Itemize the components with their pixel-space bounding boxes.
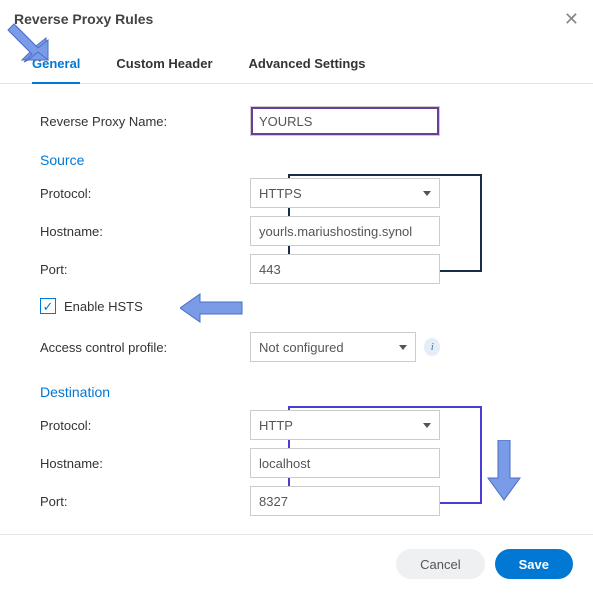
src-protocol-select[interactable]: HTTPS bbox=[250, 178, 440, 208]
src-hostname-input[interactable]: yourls.mariushosting.synol bbox=[250, 216, 440, 246]
chevron-down-icon bbox=[423, 191, 431, 196]
dst-port-label: Port: bbox=[40, 494, 250, 509]
dialog-footer: Cancel Save bbox=[0, 534, 593, 593]
dialog-header: Reverse Proxy Rules ✕ bbox=[0, 0, 593, 36]
annotation-arrow-hsts bbox=[180, 290, 250, 326]
row-dst-hostname: Hostname: localhost bbox=[40, 444, 569, 482]
src-hostname-label: Hostname: bbox=[40, 224, 250, 239]
info-icon[interactable]: i bbox=[424, 338, 440, 356]
name-input-value: YOURLS bbox=[259, 114, 312, 129]
src-port-label: Port: bbox=[40, 262, 250, 277]
dst-hostname-label: Hostname: bbox=[40, 456, 250, 471]
source-group: Protocol: HTTPS Hostname: yourls.mariush… bbox=[40, 174, 569, 288]
dst-protocol-label: Protocol: bbox=[40, 418, 250, 433]
acp-value: Not configured bbox=[259, 340, 344, 355]
dst-port-input[interactable]: 8327 bbox=[250, 486, 440, 516]
tab-general[interactable]: General bbox=[14, 46, 98, 83]
src-protocol-value: HTTPS bbox=[259, 186, 302, 201]
dst-protocol-select[interactable]: HTTP bbox=[250, 410, 440, 440]
enable-hsts-checkbox[interactable]: ✓ bbox=[40, 298, 56, 314]
src-port-input[interactable]: 443 bbox=[250, 254, 440, 284]
dialog-title: Reverse Proxy Rules bbox=[14, 11, 153, 27]
dialog-body: Reverse Proxy Name: YOURLS Source Protoc… bbox=[0, 84, 593, 528]
acp-select[interactable]: Not configured bbox=[250, 332, 416, 362]
cancel-button[interactable]: Cancel bbox=[396, 549, 484, 579]
enable-hsts-label: Enable HSTS bbox=[64, 299, 143, 314]
name-input[interactable]: YOURLS bbox=[250, 106, 440, 136]
row-name: Reverse Proxy Name: YOURLS bbox=[40, 102, 569, 140]
tab-advanced-settings[interactable]: Advanced Settings bbox=[231, 46, 384, 83]
row-dst-protocol: Protocol: HTTP bbox=[40, 406, 569, 444]
dst-protocol-value: HTTP bbox=[259, 418, 293, 433]
src-protocol-label: Protocol: bbox=[40, 186, 250, 201]
dst-port-value: 8327 bbox=[259, 494, 288, 509]
row-src-protocol: Protocol: HTTPS bbox=[40, 174, 569, 212]
name-label: Reverse Proxy Name: bbox=[40, 114, 250, 129]
row-src-hostname: Hostname: yourls.mariushosting.synol bbox=[40, 212, 569, 250]
row-src-port: Port: 443 bbox=[40, 250, 569, 288]
tab-custom-header[interactable]: Custom Header bbox=[98, 46, 230, 83]
reverse-proxy-dialog: Reverse Proxy Rules ✕ General Custom Hea… bbox=[0, 0, 593, 593]
save-button[interactable]: Save bbox=[495, 549, 573, 579]
destination-group: Protocol: HTTP Hostname: localhost Po bbox=[40, 406, 569, 520]
hsts-row: ✓ Enable HSTS bbox=[40, 298, 569, 314]
tabs: General Custom Header Advanced Settings bbox=[0, 46, 593, 84]
acp-label: Access control profile: bbox=[40, 340, 250, 355]
dst-hostname-value: localhost bbox=[259, 456, 310, 471]
dst-hostname-input[interactable]: localhost bbox=[250, 448, 440, 478]
source-section-title: Source bbox=[40, 152, 569, 168]
row-dst-port: Port: 8327 bbox=[40, 482, 569, 520]
close-icon[interactable]: ✕ bbox=[564, 10, 579, 28]
row-acp: Access control profile: Not configured i bbox=[40, 328, 569, 366]
chevron-down-icon bbox=[399, 345, 407, 350]
src-port-value: 443 bbox=[259, 262, 281, 277]
destination-section-title: Destination bbox=[40, 384, 569, 400]
chevron-down-icon bbox=[423, 423, 431, 428]
src-hostname-value: yourls.mariushosting.synol bbox=[259, 224, 412, 239]
